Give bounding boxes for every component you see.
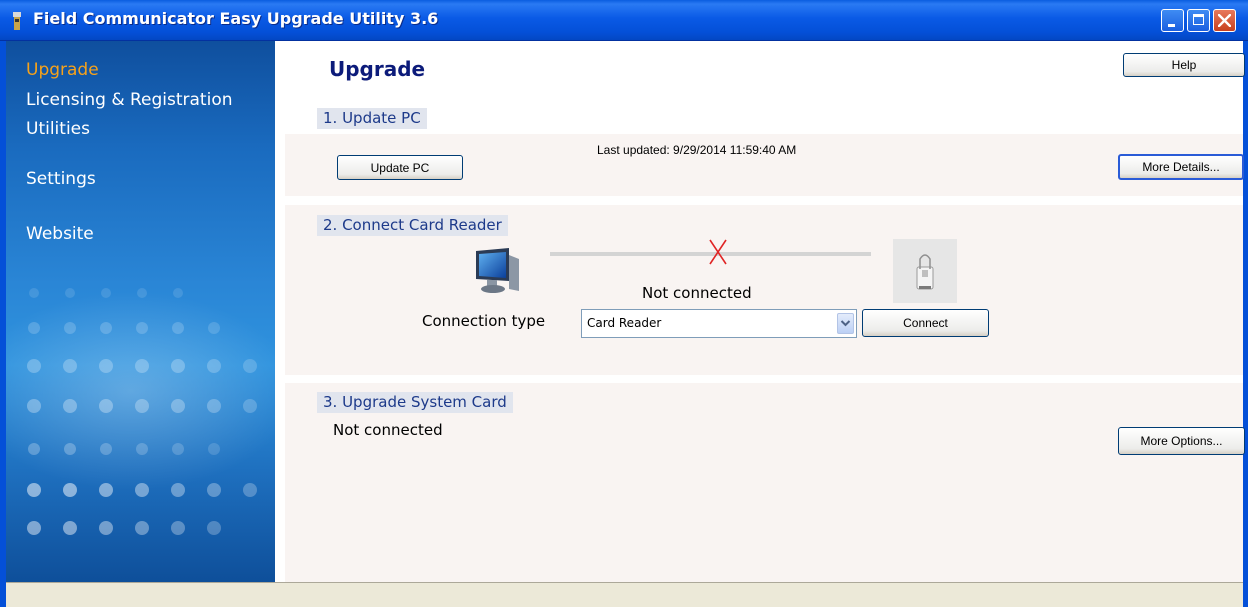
section-update-pc-label: 1. Update PC [317,108,427,129]
sidebar-item-upgrade[interactable]: Upgrade [26,60,99,80]
update-pc-button[interactable]: Update PC [337,155,463,180]
page-title: Upgrade [329,57,426,81]
close-button[interactable] [1213,9,1236,32]
connection-type-select[interactable]: Card Reader [581,309,857,338]
main-panel: Upgrade Help 1. Update PC Update PC Last… [275,41,1245,582]
status-bar [6,582,1243,607]
maximize-button[interactable] [1187,9,1210,32]
system-card-status-text: Not connected [333,421,443,439]
chevron-down-icon[interactable] [837,313,854,334]
more-details-button[interactable]: More Details... [1118,154,1244,180]
connect-button[interactable]: Connect [862,309,989,337]
card-reader-icon [916,254,934,290]
title-bar: Field Communicator Easy Upgrade Utility … [0,0,1248,41]
connection-type-value: Card Reader [587,316,662,330]
sidebar-item-website[interactable]: Website [26,224,94,244]
section-connect-card-reader-label: 2. Connect Card Reader [317,215,508,236]
window-title: Field Communicator Easy Upgrade Utility … [33,9,439,28]
computer-icon [476,248,519,293]
minimize-button[interactable] [1161,9,1184,32]
card-reader-icon-frame [893,239,957,303]
more-options-button[interactable]: More Options... [1118,427,1245,455]
connection-type-label: Connection type [422,312,546,330]
disconnected-x-icon [709,239,727,265]
close-icon [1218,14,1231,27]
sidebar-item-utilities[interactable]: Utilities [26,119,90,139]
help-button[interactable]: Help [1123,53,1245,77]
sidebar-item-licensing-registration[interactable]: Licensing & Registration [26,90,233,110]
app-icon [13,12,21,30]
sidebar: Upgrade Licensing & Registration Utiliti… [6,41,275,582]
section-upgrade-system-card-label: 3. Upgrade System Card [317,392,513,413]
window-frame-right [1243,41,1248,607]
connection-status-text: Not connected [642,284,752,302]
last-updated-text: Last updated: 9/29/2014 11:59:40 AM [597,143,797,157]
sidebar-item-settings[interactable]: Settings [26,169,96,189]
